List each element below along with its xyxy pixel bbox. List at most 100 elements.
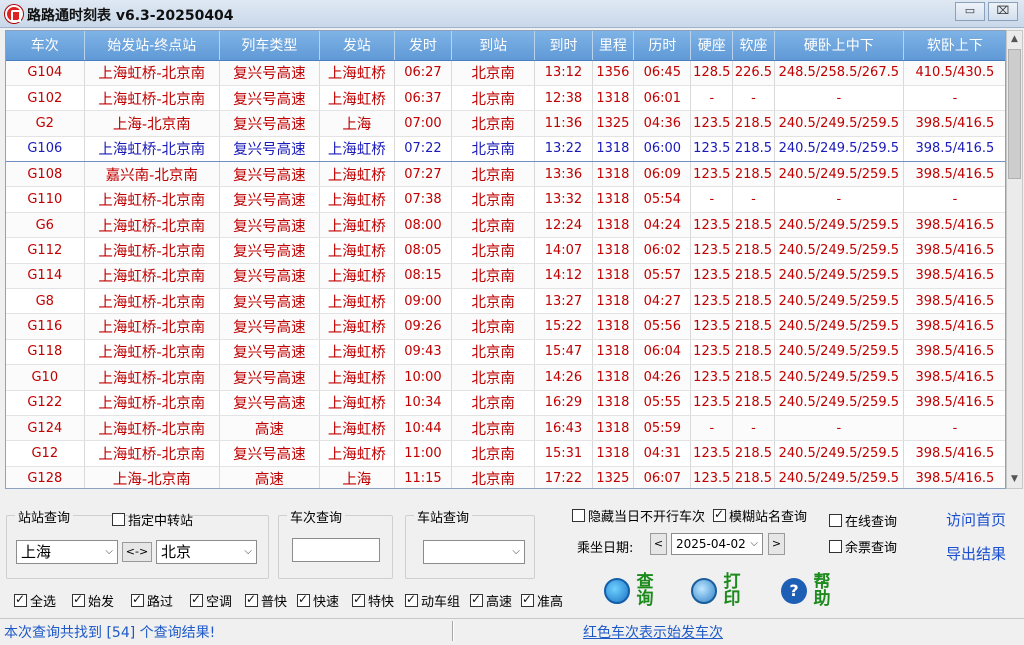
table-row[interactable]: G8 上海虹桥-北京南 复兴号高速 上海虹桥 09:00 北京南 13:27 1318 04:2…	[6, 288, 1005, 315]
via-station-checkbox[interactable]: 指定中转站	[112, 510, 193, 529]
date-picker[interactable]: 2025-04-02 ⌵	[671, 533, 763, 555]
close-button[interactable]: ⌧	[988, 2, 1018, 21]
table-cell: 北京南	[451, 466, 536, 488]
from-station-value: 上海	[21, 543, 52, 561]
table-cell: G116	[6, 313, 85, 340]
scroll-up-arrow-icon[interactable]: ▲	[1007, 31, 1022, 48]
table-cell: 复兴号高速	[219, 364, 320, 391]
filter-checkbox-box[interactable]	[190, 592, 203, 607]
visit-home-link[interactable]: 访问首页	[946, 509, 1006, 530]
table-cell: 12:38	[534, 85, 593, 112]
filter-checkbox-box[interactable]	[352, 592, 365, 607]
table-cell: 嘉兴南-北京南	[84, 161, 220, 188]
col-header-depart-station[interactable]: 发站	[319, 31, 395, 61]
filter-checkbox[interactable]: 动车组	[405, 591, 460, 610]
table-row[interactable]: G116 上海虹桥-北京南 复兴号高速 上海虹桥 09:26 北京南 15:22 1318 05…	[6, 313, 1005, 340]
vertical-scrollbar[interactable]: ▲ ▼	[1006, 30, 1023, 489]
table-cell: 14:12	[534, 263, 593, 290]
table-row[interactable]: G106 上海虹桥-北京南 复兴号高速 上海虹桥 07:22 北京南 13:22 1318 06…	[6, 135, 1005, 163]
fuzzy-station-checkbox[interactable]: 模糊站名查询	[713, 506, 807, 525]
filter-checkbox[interactable]: 普快	[245, 591, 287, 610]
col-header-soft-sleeper[interactable]: 软卧上下	[903, 31, 1005, 61]
online-query-box[interactable]	[829, 514, 842, 527]
filter-checkbox[interactable]: 路过	[131, 591, 173, 610]
filter-checkbox[interactable]: 特快	[352, 591, 394, 610]
export-results-link[interactable]: 导出结果	[946, 543, 1006, 564]
filter-checkbox[interactable]: 准高	[521, 591, 563, 610]
col-header-soft-seat[interactable]: 软座	[732, 31, 775, 61]
filter-checkbox-box[interactable]	[131, 592, 144, 607]
help-button[interactable]: ? 帮助	[781, 574, 831, 608]
filter-checkbox[interactable]: 空调	[190, 591, 232, 610]
table-row[interactable]: G114 上海虹桥-北京南 复兴号高速 上海虹桥 08:15 北京南 14:12 1318 05…	[6, 263, 1005, 290]
hide-not-running-checkbox[interactable]: 隐藏当日不开行车次	[572, 506, 705, 525]
scroll-thumb[interactable]	[1008, 49, 1021, 179]
help-icon: ?	[781, 578, 807, 604]
scroll-down-arrow-icon[interactable]: ▼	[1007, 471, 1022, 488]
legend-note-link[interactable]: 红色车次表示始发车次	[583, 622, 723, 642]
filter-checkbox-box[interactable]	[245, 592, 258, 607]
table-row[interactable]: G112 上海虹桥-北京南 复兴号高速 上海虹桥 08:05 北京南 14:07 1318 06…	[6, 237, 1005, 264]
chevron-down-icon: ⌵	[105, 546, 113, 557]
remaining-tickets-checkbox[interactable]: 余票查询	[829, 537, 897, 556]
table-cell: 1318	[592, 364, 635, 391]
table-cell: 上海	[319, 466, 395, 488]
table-row[interactable]: G6 上海虹桥-北京南 复兴号高速 上海虹桥 08:00 北京南 12:24 1318 04:2…	[6, 212, 1005, 239]
remaining-tickets-box[interactable]	[829, 540, 842, 553]
table-cell: 复兴号高速	[219, 288, 320, 315]
table-cell: 复兴号高速	[219, 212, 320, 239]
table-row[interactable]: G104 上海虹桥-北京南 复兴号高速 上海虹桥 06:27 北京南 13:12 1356 06…	[6, 60, 1005, 86]
col-header-hard-seat[interactable]: 硬座	[690, 31, 734, 61]
filter-checkbox-box[interactable]	[521, 592, 534, 607]
filter-checkbox[interactable]: 高速	[470, 591, 512, 610]
filter-checkbox-box[interactable]	[297, 592, 310, 607]
online-query-checkbox[interactable]: 在线查询	[829, 511, 897, 530]
table-row[interactable]: G108 嘉兴南-北京南 复兴号高速 上海虹桥 07:27 北京南 13:36 1318 06:…	[6, 161, 1005, 188]
fuzzy-station-label: 模糊站名查询	[729, 510, 808, 525]
col-header-depart-time[interactable]: 发时	[394, 31, 453, 61]
col-header-arrive-time[interactable]: 到时	[534, 31, 593, 61]
prev-date-button[interactable]: <	[650, 533, 667, 555]
next-date-button[interactable]: >	[768, 533, 785, 555]
col-header-type[interactable]: 列车类型	[219, 31, 320, 61]
table-cell: 06:09	[633, 161, 692, 188]
filter-checkbox-box[interactable]	[14, 592, 27, 607]
table-cell: 09:26	[394, 313, 453, 340]
table-row[interactable]: G122 上海虹桥-北京南 复兴号高速 上海虹桥 10:34 北京南 16:29 1318 05…	[6, 390, 1005, 416]
table-row[interactable]: G124 上海虹桥-北京南 高速 上海虹桥 10:44 北京南 16:43 1318 05:59…	[6, 415, 1005, 442]
train-number-input[interactable]	[292, 538, 380, 562]
table-row[interactable]: G12 上海虹桥-北京南 复兴号高速 上海虹桥 11:00 北京南 15:31 1318 04:…	[6, 440, 1005, 467]
filter-checkbox[interactable]: 快速	[297, 591, 339, 610]
station-lookup-select[interactable]: ⌵	[423, 540, 525, 564]
query-button[interactable]: 查询	[604, 574, 654, 608]
table-row[interactable]: G128 上海-北京南 高速 上海 11:15 北京南 17:22 1325 06:07 123.…	[6, 466, 1005, 488]
from-station-select[interactable]: 上海 ⌵	[16, 540, 118, 564]
col-header-hard-sleeper[interactable]: 硬卧上中下	[774, 31, 904, 61]
col-header-distance[interactable]: 里程	[592, 31, 635, 61]
filter-checkbox-box[interactable]	[72, 592, 85, 607]
table-row[interactable]: G102 上海虹桥-北京南 复兴号高速 上海虹桥 06:37 北京南 12:38 1318 06…	[6, 85, 1005, 112]
table-row[interactable]: G110 上海虹桥-北京南 复兴号高速 上海虹桥 07:38 北京南 13:32 1318 05…	[6, 186, 1005, 213]
filter-checkbox-box[interactable]	[470, 592, 483, 607]
via-station-box[interactable]	[112, 513, 125, 526]
minimize-button[interactable]: ▭	[955, 2, 985, 21]
table-cell: 1318	[592, 288, 635, 315]
hide-not-running-box[interactable]	[572, 509, 585, 522]
col-header-arrive-station[interactable]: 到站	[451, 31, 536, 61]
filter-checkbox[interactable]: 全选	[14, 591, 56, 610]
table-row[interactable]: G2 上海-北京南 复兴号高速 上海 07:00 北京南 11:36 1325 04:36 123…	[6, 110, 1005, 137]
fuzzy-station-box[interactable]	[713, 507, 726, 522]
col-header-route[interactable]: 始发站-终点站	[84, 31, 220, 61]
swap-stations-button[interactable]: <->	[122, 542, 152, 562]
table-row[interactable]: G10 上海虹桥-北京南 复兴号高速 上海虹桥 10:00 北京南 14:26 1318 04:…	[6, 364, 1005, 391]
print-button[interactable]: 打印	[691, 574, 741, 608]
table-cell: 398.5/416.5	[903, 288, 1005, 315]
col-header-train[interactable]: 车次	[6, 31, 85, 61]
table-row[interactable]: G118 上海虹桥-北京南 复兴号高速 上海虹桥 09:43 北京南 15:47 1318 06…	[6, 339, 1005, 366]
filter-checkbox[interactable]: 始发	[72, 591, 114, 610]
col-header-duration[interactable]: 历时	[633, 31, 692, 61]
table-cell: G6	[6, 212, 85, 239]
filter-checkbox-box[interactable]	[405, 592, 418, 607]
station-query-title: 站站查询	[15, 507, 74, 526]
to-station-select[interactable]: 北京 ⌵	[156, 540, 257, 564]
